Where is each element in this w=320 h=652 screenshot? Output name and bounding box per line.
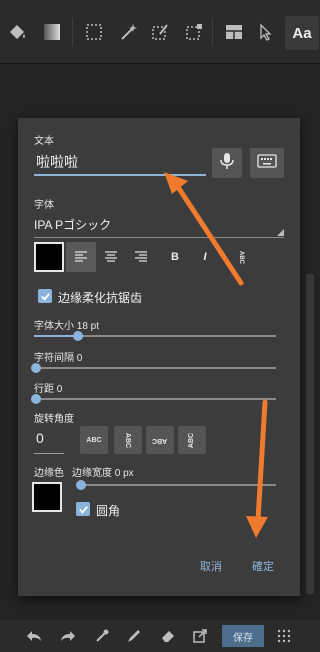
font-label: 字体 <box>34 200 54 211</box>
dropdown-triangle-icon <box>277 229 284 236</box>
antialias-label: 边缘柔化抗锯齿 <box>58 291 143 305</box>
rotate-180-label: ABC <box>152 436 168 444</box>
microphone-icon <box>219 152 235 175</box>
letter-spacing-slider-thumb[interactable] <box>31 363 41 373</box>
border-color-label: 边缘色 <box>34 468 64 479</box>
paint-bucket-icon[interactable] <box>6 20 30 44</box>
rotate-270-button[interactable]: ABC <box>178 426 206 454</box>
pointer-icon[interactable] <box>254 20 278 44</box>
line-spacing-label: 行距 0 <box>34 384 63 395</box>
align-left-icon <box>75 251 87 262</box>
lasso-edit-icon[interactable] <box>148 20 172 44</box>
border-color-swatch[interactable] <box>32 482 62 512</box>
pen-icon[interactable] <box>124 626 144 646</box>
voice-input-button[interactable] <box>212 148 242 178</box>
rotation-label: 旋转角度 <box>34 414 74 425</box>
layout-icon[interactable] <box>222 20 246 44</box>
redo-icon[interactable] <box>58 626 78 646</box>
align-right-button[interactable] <box>126 242 156 272</box>
eraser-icon[interactable] <box>158 626 178 646</box>
border-width-label: 边缘宽度 0 px <box>72 468 134 479</box>
save-button[interactable]: 保存 <box>222 625 264 647</box>
rotate-180-button[interactable]: ABC <box>146 426 174 454</box>
rotate-0-button[interactable]: ABC <box>80 426 108 454</box>
italic-button[interactable]: I <box>190 242 220 272</box>
bottom-toolbar: 保存 <box>0 620 320 652</box>
align-left-button[interactable] <box>66 242 96 272</box>
align-center-button[interactable] <box>96 242 126 272</box>
undo-icon[interactable] <box>24 626 44 646</box>
rotation-input[interactable]: 0 <box>34 430 64 454</box>
letter-spacing-label: 字符间隔 0 <box>34 353 83 364</box>
letter-spacing-slider-track <box>34 367 276 369</box>
font-size-slider-fill <box>34 335 78 337</box>
line-spacing-slider-track <box>34 398 276 400</box>
text-color-swatch[interactable] <box>34 242 64 272</box>
canvas-scrollbar[interactable] <box>306 274 314 594</box>
align-right-icon <box>135 251 147 262</box>
rotate-90-label: ABC <box>124 432 132 448</box>
border-width-slider-thumb[interactable] <box>76 480 86 490</box>
vertical-text-button[interactable]: ABC <box>226 242 256 272</box>
text-tool-button[interactable]: Aa <box>285 16 319 50</box>
toolbar-divider <box>72 18 73 46</box>
rotate-270-label: ABC <box>188 432 196 448</box>
antialias-checkbox[interactable] <box>38 289 52 303</box>
font-select[interactable]: IPA Pゴシック <box>34 216 284 238</box>
rotate-90-button[interactable]: ABC <box>114 426 142 454</box>
text-dialog: 文本 啦啦啦 字体 IPA Pゴシック B I ABC 边缘柔化抗锯齿 字体大小… <box>18 118 300 596</box>
eyedropper-icon[interactable] <box>92 626 112 646</box>
font-size-slider-thumb[interactable] <box>73 331 83 341</box>
bold-button[interactable]: B <box>160 242 190 272</box>
check-icon <box>40 292 50 301</box>
keyboard-button[interactable] <box>250 148 284 178</box>
text-input[interactable]: 啦啦啦 <box>34 150 206 176</box>
gradient-icon[interactable] <box>40 20 64 44</box>
grid-dots-icon[interactable] <box>274 626 294 646</box>
line-spacing-slider-thumb[interactable] <box>31 394 41 404</box>
align-center-icon <box>105 251 117 262</box>
top-toolbar: Aa <box>0 0 320 64</box>
rounded-corner-label: 圆角 <box>96 504 121 518</box>
keyboard-icon <box>257 153 277 173</box>
cancel-button[interactable]: 取消 <box>200 558 222 574</box>
rounded-corner-checkbox[interactable] <box>76 502 90 516</box>
font-select-value: IPA Pゴシック <box>34 218 112 232</box>
font-size-label: 字体大小 18 pt <box>34 321 100 332</box>
export-icon[interactable] <box>190 626 210 646</box>
confirm-button[interactable]: 確定 <box>252 558 274 574</box>
border-width-slider-track <box>80 484 276 486</box>
text-label: 文本 <box>34 136 54 147</box>
check-icon <box>78 505 88 514</box>
magic-wand-icon[interactable] <box>116 20 140 44</box>
rect-select-icon[interactable] <box>82 20 106 44</box>
select-transform-icon[interactable] <box>182 20 206 44</box>
toolbar-divider <box>212 18 213 46</box>
